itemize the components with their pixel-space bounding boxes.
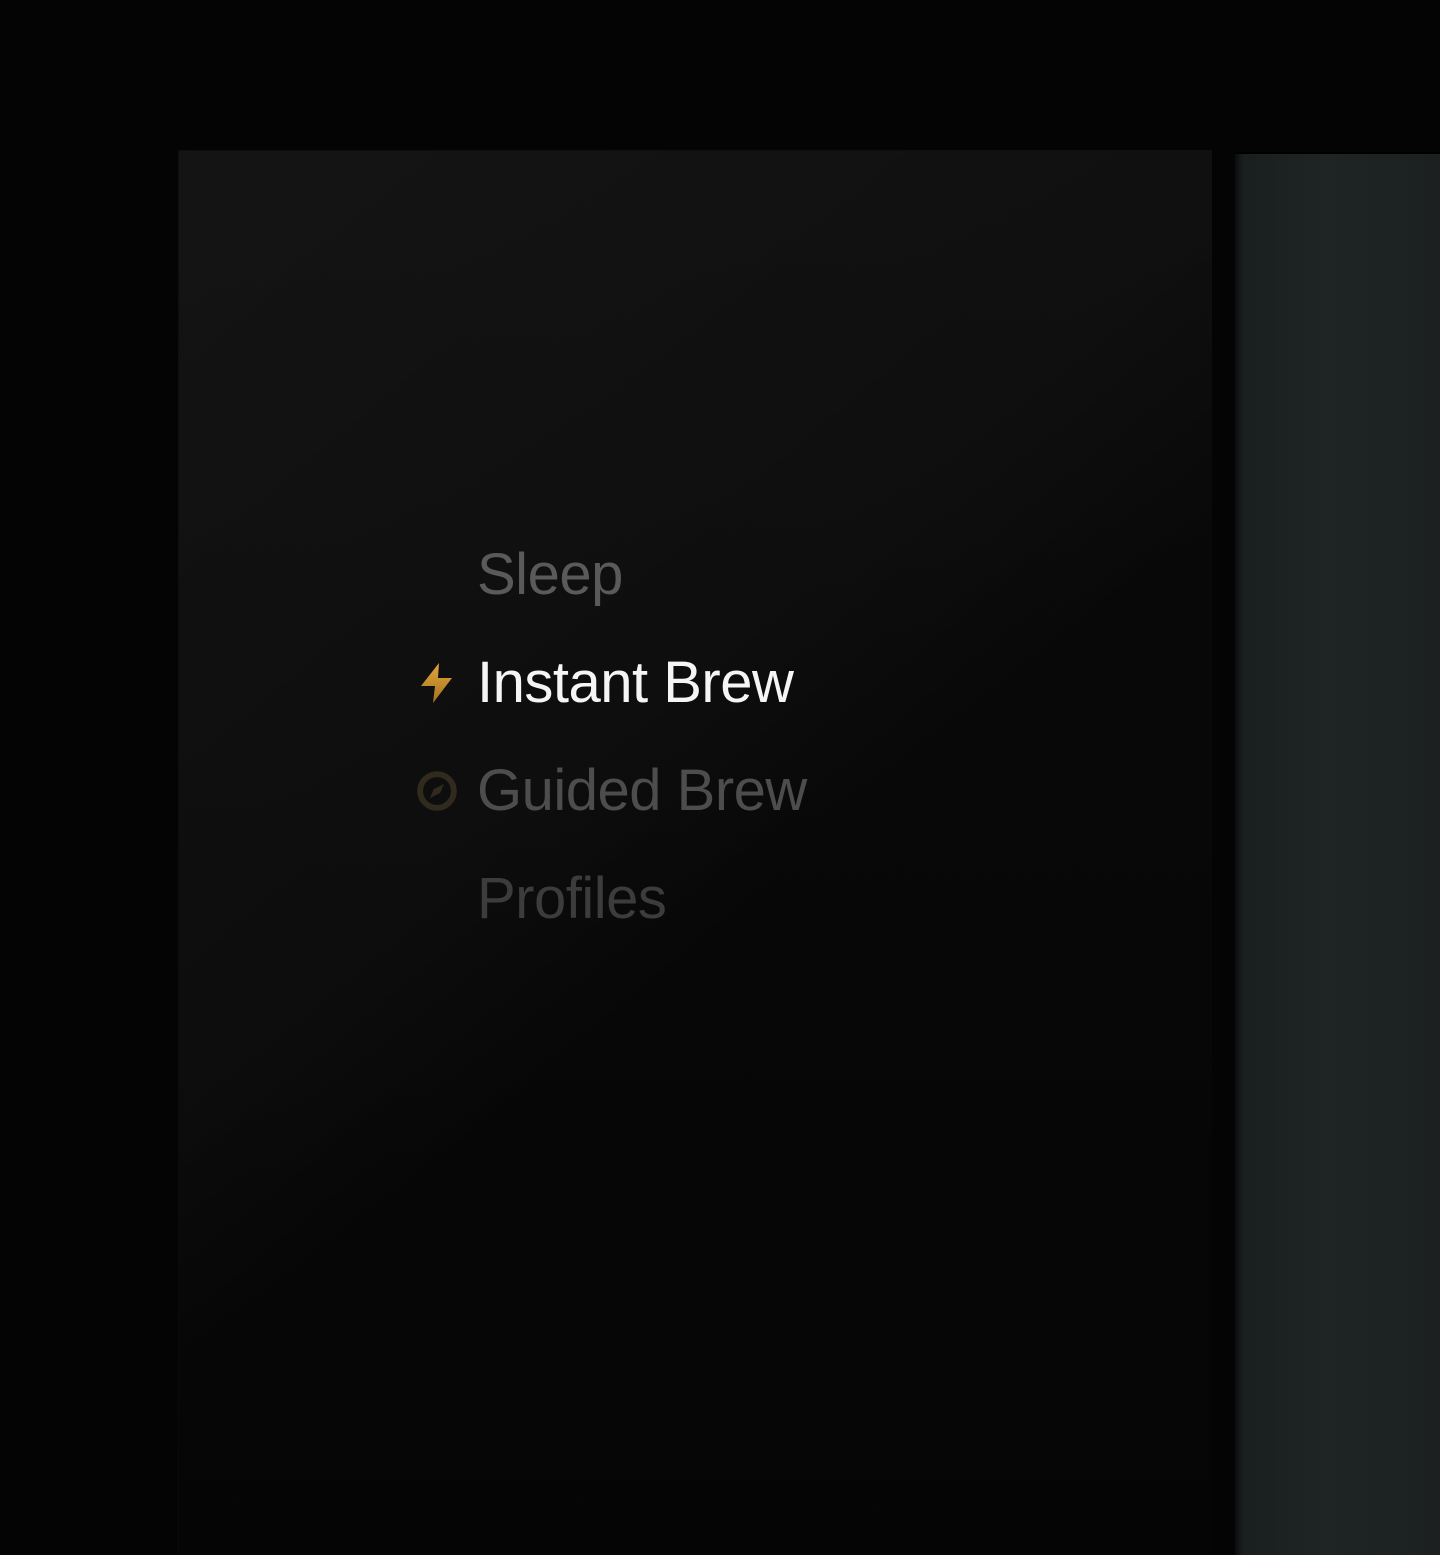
menu-item-label: Profiles: [477, 870, 666, 928]
menu-item-sleep[interactable]: Sleep: [409, 521, 807, 629]
main-menu: Sleep Instant Brew: [409, 521, 807, 953]
machine-side-casing: [1235, 152, 1440, 1555]
menu-item-label: Sleep: [477, 546, 623, 604]
sleep-icon: [409, 547, 465, 603]
menu-item-label: Guided Brew: [477, 762, 807, 820]
menu-item-guided-brew[interactable]: Guided Brew: [409, 737, 807, 845]
menu-item-label: Instant Brew: [477, 654, 793, 712]
touchscreen-panel: Sleep Instant Brew: [178, 150, 1212, 1555]
lightning-bolt-icon: [409, 655, 465, 711]
compass-icon: [409, 763, 465, 819]
profiles-icon: [409, 871, 465, 927]
menu-item-profiles[interactable]: Profiles: [409, 845, 807, 953]
device-viewport: Sleep Instant Brew: [0, 0, 1440, 1555]
menu-item-instant-brew[interactable]: Instant Brew: [409, 629, 807, 737]
